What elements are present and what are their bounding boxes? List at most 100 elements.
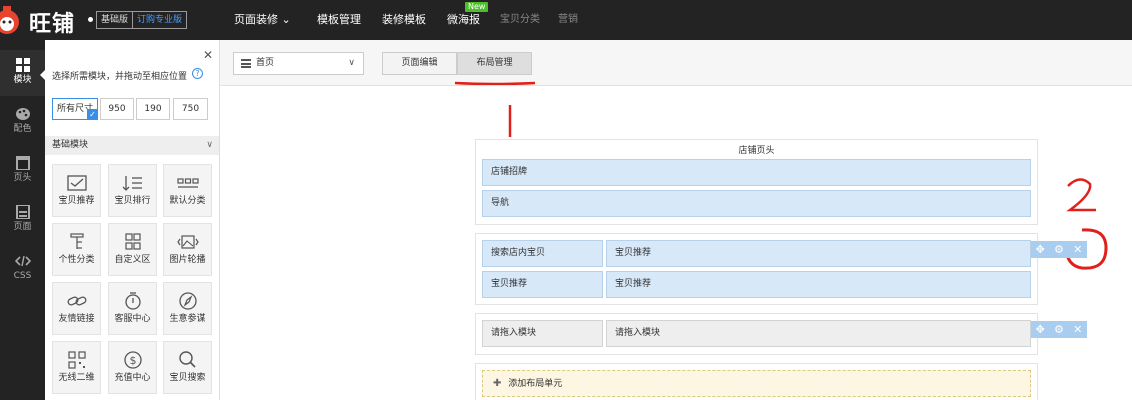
size-filter-all[interactable]: 所有尺寸 ✓ <box>52 98 98 120</box>
search-icon <box>178 351 196 368</box>
sort-list-icon <box>122 176 142 191</box>
service-icon <box>124 292 141 310</box>
slot-item-recommend[interactable]: 宝贝推荐 <box>606 240 1031 267</box>
version-switch: 基础版 订购专业版 <box>96 11 188 29</box>
slot-item-recommend[interactable]: 宝贝推荐 <box>482 271 603 298</box>
header-block-title: 店铺页头 <box>738 146 775 156</box>
plus-icon: ✚ <box>493 378 502 389</box>
sidebar-label: 页头 <box>13 173 32 183</box>
mascot-logo-icon <box>0 6 19 34</box>
code-icon <box>14 255 31 267</box>
sidebar-item-page[interactable]: 页面 <box>0 197 45 243</box>
module-item[interactable]: 客服中心 <box>108 282 157 335</box>
module-label: 充值中心 <box>114 373 151 383</box>
module-item[interactable]: 宝贝搜索 <box>163 341 212 394</box>
move-icon[interactable]: ✥ <box>1036 243 1045 256</box>
menu-icon <box>241 59 251 68</box>
chevron-down-icon: ∨ <box>348 58 355 68</box>
module-label: 图片轮播 <box>169 255 206 265</box>
section-basic-modules[interactable]: 基础模块 ∨ <box>45 136 219 155</box>
module-item[interactable]: 宝贝推荐 <box>52 164 101 217</box>
module-label: 宝贝推荐 <box>58 196 95 206</box>
sidebar-label: 配色 <box>13 124 32 134</box>
upgrade-pro-link[interactable]: 订购专业版 <box>132 12 186 28</box>
help-icon[interactable]: ? <box>192 68 203 79</box>
module-label: 默认分类 <box>169 196 206 206</box>
nav-template-manage[interactable]: 模板管理 <box>317 0 361 40</box>
close-icon[interactable]: ✕ <box>1073 323 1082 336</box>
tab-page-edit[interactable]: 页面编辑 <box>382 52 457 75</box>
nav-marketing[interactable]: 营销 <box>558 0 578 40</box>
unit-tools: ✥ ⚙ ✕ <box>1031 321 1087 338</box>
sidebar-item-colors[interactable]: 配色 <box>0 99 45 145</box>
module-label: 友情链接 <box>58 314 95 324</box>
grid-icon <box>15 58 30 72</box>
carousel-icon <box>176 235 199 249</box>
module-item[interactable]: 友情链接 <box>52 282 101 335</box>
add-layout-unit-button[interactable]: ✚ 添加布局单元 <box>482 370 1031 397</box>
module-panel: ✕ 选择所需模块，并拖动至相应位置 ? 所有尺寸 ✓ 950 190 750 基… <box>40 40 220 400</box>
add-unit-label: 添加布局单元 <box>508 379 563 389</box>
slot-navigation[interactable]: 导航 <box>482 190 1031 217</box>
palette-icon <box>15 108 30 120</box>
nav-decor-template[interactable]: 装修模板 <box>382 0 426 40</box>
module-item[interactable]: $ 充值中心 <box>108 341 157 394</box>
custom-grid-icon <box>124 233 141 250</box>
slot-item-recommend[interactable]: 宝贝推荐 <box>606 271 1031 298</box>
module-item[interactable]: 生意参谋 <box>163 282 212 335</box>
size-filter-950[interactable]: 950 <box>100 98 134 120</box>
gear-icon[interactable]: ⚙ <box>1054 323 1064 336</box>
module-item[interactable]: 个性分类 <box>52 223 101 276</box>
sidebar-item-modules[interactable]: 模块 <box>0 50 45 96</box>
page-icon <box>15 205 30 219</box>
module-item[interactable]: 宝贝排行 <box>108 164 157 217</box>
slot-search-items[interactable]: 搜索店内宝贝 <box>482 240 603 267</box>
new-badge: New <box>465 2 489 12</box>
close-icon[interactable]: ✕ <box>203 48 213 62</box>
image-frame-icon <box>66 175 87 191</box>
page-select-value: 首页 <box>256 58 275 68</box>
sidebar-item-header[interactable]: 页头 <box>0 148 45 194</box>
module-item[interactable]: 图片轮播 <box>163 223 212 276</box>
module-item[interactable]: 无线二维 <box>52 341 101 394</box>
link-icon <box>67 296 86 306</box>
left-sidebar: 模块 配色 页头 页面 CSS <box>0 40 45 400</box>
slot-shop-sign[interactable]: 店铺招牌 <box>482 159 1031 186</box>
nav-item-category[interactable]: 宝贝分类 <box>500 0 540 40</box>
sidebar-item-css[interactable]: CSS <box>0 246 45 292</box>
module-label: 宝贝搜索 <box>169 373 206 383</box>
module-label: 个性分类 <box>58 255 95 265</box>
tab-layout-manage[interactable]: 布局管理 <box>457 52 532 75</box>
dollar-icon: $ <box>123 351 142 369</box>
logo-dot <box>88 17 93 22</box>
nav-page-decoration[interactable]: 页面装修 ⌄ <box>234 0 291 40</box>
annotation-number-two <box>1066 178 1096 212</box>
size-filter-750[interactable]: 750 <box>173 98 208 120</box>
sidebar-label: 页面 <box>13 222 32 232</box>
gear-icon[interactable]: ⚙ <box>1054 243 1064 256</box>
size-filter-190[interactable]: 190 <box>136 98 170 120</box>
move-icon[interactable]: ✥ <box>1036 323 1045 336</box>
panel-hint: 选择所需模块，并拖动至相应位置 <box>52 72 188 82</box>
top-bar: 旺铺 基础版 订购专业版 页面装修 ⌄ 模板管理 装修模板 微海报 New 宝贝… <box>0 0 1132 40</box>
page-select-dropdown[interactable]: 首页 ∨ <box>233 52 364 75</box>
unit-tools: ✥ ⚙ ✕ <box>1031 241 1087 258</box>
sidebar-label: CSS <box>13 271 32 281</box>
close-icon[interactable]: ✕ <box>1073 243 1082 256</box>
slot-drop-module[interactable]: 请拖入模块 <box>606 320 1031 347</box>
module-item[interactable]: 自定义区 <box>108 223 157 276</box>
module-item[interactable]: 默认分类 <box>163 164 212 217</box>
svg-text:$: $ <box>129 354 136 367</box>
slot-drop-module[interactable]: 请拖入模块 <box>482 320 603 347</box>
module-label: 客服中心 <box>114 314 151 324</box>
version-basic-label: 基础版 <box>101 15 129 25</box>
panel-pointer <box>40 70 45 80</box>
annotation-underline <box>454 81 536 85</box>
module-label: 自定义区 <box>114 255 151 265</box>
brand-logo: 旺铺 <box>29 12 76 37</box>
qr-icon <box>67 351 86 369</box>
module-label: 无线二维 <box>58 373 95 383</box>
module-label: 宝贝排行 <box>114 196 151 206</box>
module-label: 生意参谋 <box>169 314 206 324</box>
sidebar-label: 模块 <box>13 75 32 85</box>
